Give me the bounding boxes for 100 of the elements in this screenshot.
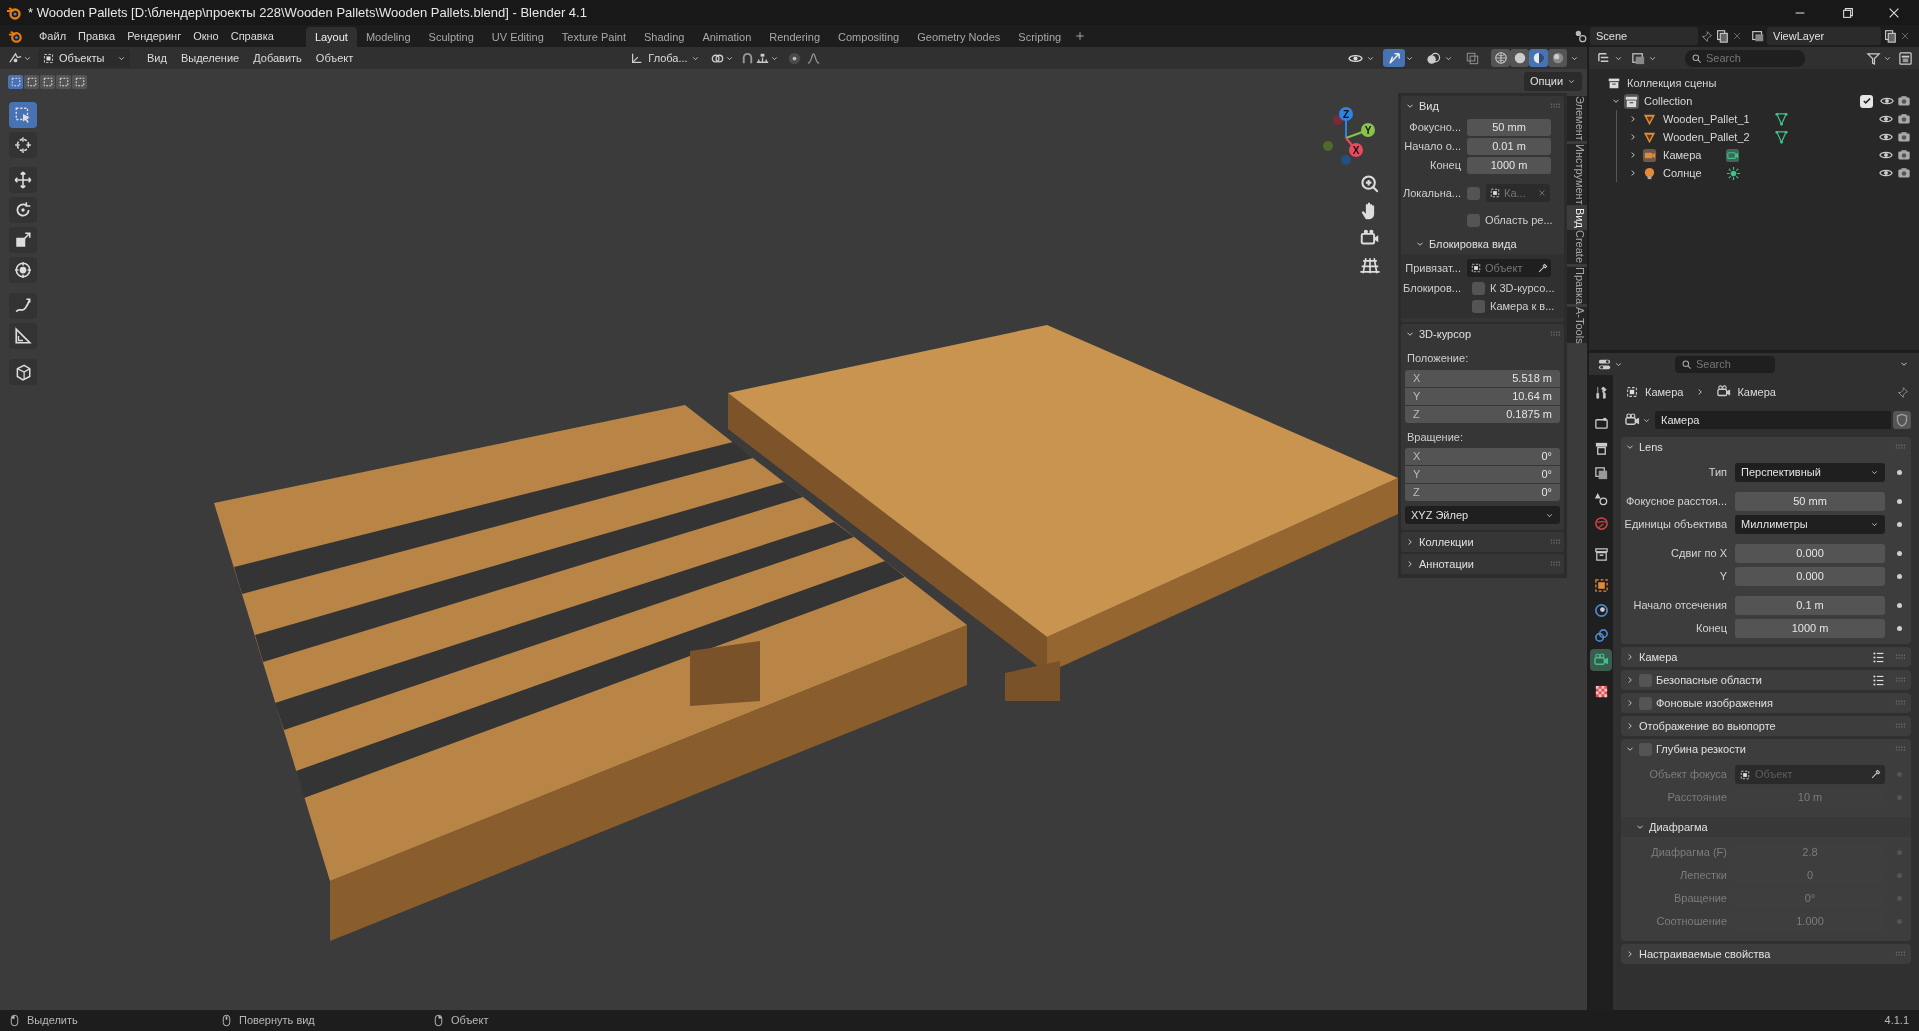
display-mode-icon[interactable]	[1631, 50, 1646, 66]
sidebar-tab[interactable]: Правка	[1567, 266, 1587, 304]
sidebar-tab[interactable]: Create	[1567, 230, 1587, 264]
blender-menu-icon[interactable]	[8, 28, 23, 44]
camera-data-icon[interactable]	[1590, 649, 1612, 671]
search-field[interactable]: Search	[1675, 355, 1775, 373]
menu-item[interactable]: Правка	[72, 26, 122, 46]
checkbox[interactable]	[1472, 299, 1485, 313]
select-mode-button[interactable]	[56, 75, 71, 89]
outliner-item[interactable]: Wooden_Pallet_2	[1663, 128, 1750, 146]
new-icon[interactable]	[1883, 29, 1897, 43]
maximize-icon[interactable]	[1841, 5, 1855, 20]
number-field[interactable]: Z 0°	[1405, 484, 1560, 501]
shading-button[interactable]	[1491, 49, 1510, 67]
panel-title[interactable]: Блокировка вида	[1429, 235, 1517, 253]
dropdown[interactable]: Миллиметры	[1735, 515, 1885, 534]
workspace-tab[interactable]: Sculpting	[419, 27, 483, 47]
scene-field[interactable]: Scene	[1590, 27, 1698, 45]
number-field[interactable]: 0.000	[1735, 567, 1885, 586]
fake-user-icon[interactable]	[1893, 411, 1911, 429]
checkbox[interactable]	[1472, 281, 1485, 295]
view-layer-field[interactable]: ViewLayer	[1767, 27, 1881, 45]
select-mode-button[interactable]	[72, 75, 87, 89]
shading-button[interactable]	[1510, 49, 1529, 67]
presets-icon[interactable]	[1872, 673, 1885, 687]
gizmo-toggle[interactable]	[1383, 49, 1405, 67]
presets-icon[interactable]	[1872, 650, 1885, 664]
workspace-tab[interactable]: Rendering	[760, 27, 830, 47]
filter-icon[interactable]	[1866, 50, 1881, 66]
workspace-tab[interactable]: Compositing	[829, 27, 909, 47]
add-tab-icon[interactable]	[1074, 30, 1087, 42]
cursor-tool[interactable]	[9, 132, 37, 158]
measure-tool[interactable]	[9, 323, 37, 349]
render-icon[interactable]	[1897, 148, 1911, 162]
number-field[interactable]: X 0°	[1405, 448, 1560, 465]
menu-item[interactable]: Файл	[33, 26, 73, 46]
panel-title[interactable]: Камера	[1639, 648, 1678, 666]
workspace-tab[interactable]: Shading	[635, 27, 694, 47]
render-icon[interactable]	[1897, 166, 1911, 180]
menu-item[interactable]: Выделение	[173, 48, 247, 68]
menu-item[interactable]: Справка	[224, 26, 280, 46]
outliner-item[interactable]: Коллекция сцены	[1627, 74, 1717, 92]
scene-icon[interactable]	[1574, 29, 1588, 43]
camera-data-icon[interactable]	[1625, 412, 1640, 428]
render-icon[interactable]	[1897, 112, 1911, 126]
outliner-item[interactable]: Wooden_Pallet_1	[1663, 110, 1750, 128]
sidebar-tab[interactable]: Инструмент	[1567, 143, 1587, 205]
rotation-mode-dropdown[interactable]: XYZ Эйлер	[1405, 506, 1560, 524]
zoom-icon[interactable]	[1359, 173, 1381, 195]
number-field[interactable]: 50 mm	[1467, 118, 1551, 136]
number-field[interactable]: 0.1 m	[1735, 596, 1885, 615]
workspace-tab[interactable]: Modeling	[356, 27, 420, 47]
panel-title[interactable]: Вид	[1419, 97, 1439, 115]
rotate-tool[interactable]	[9, 197, 37, 223]
panel-title[interactable]: 3D-курсор	[1419, 325, 1471, 343]
object-field[interactable]: Объект	[1467, 259, 1551, 277]
mesh-data-icon[interactable]	[1773, 111, 1789, 127]
select-mode-button[interactable]	[40, 75, 55, 89]
number-field[interactable]: Y 10.64 m	[1405, 387, 1560, 405]
workspace-tab[interactable]: UV Editing	[482, 27, 553, 47]
datablock-name-field[interactable]: Камера	[1655, 411, 1891, 429]
outliner-item[interactable]: Солнце	[1663, 164, 1702, 182]
camera-data-icon[interactable]	[1725, 147, 1741, 163]
menu-item[interactable]: Окно	[187, 26, 225, 46]
checkbox[interactable]	[1467, 186, 1480, 200]
mode-dropdown[interactable]: Объекты	[38, 49, 130, 67]
menu-item[interactable]: Рендеринг	[121, 26, 188, 46]
number-field[interactable]: 50 mm	[1735, 492, 1885, 511]
pin-icon[interactable]	[1700, 29, 1713, 43]
menu-item[interactable]: Вид	[140, 48, 174, 68]
options-dropdown[interactable]: Опции	[1524, 72, 1583, 91]
breadcrumb-item[interactable]: Камера	[1737, 383, 1776, 401]
number-field[interactable]: 0.01 m	[1467, 137, 1551, 155]
sidebar-tab[interactable]: A-Tools	[1567, 306, 1587, 344]
search-field[interactable]: Search	[1685, 49, 1805, 67]
workspace-tab[interactable]: Texture Paint	[552, 27, 635, 47]
select-mode-button[interactable]	[24, 75, 39, 89]
workspace-tab[interactable]: Layout	[305, 27, 357, 47]
checkbox[interactable]	[1467, 213, 1480, 227]
number-field[interactable]: X 5.518 m	[1405, 369, 1560, 387]
checkbox[interactable]	[1860, 94, 1873, 108]
workspace-tab[interactable]: Geometry Nodes	[908, 27, 1010, 47]
falloff-icon[interactable]	[805, 50, 821, 66]
workspace-tab[interactable]: Animation	[693, 27, 761, 47]
new-icon[interactable]	[1715, 29, 1729, 43]
number-field[interactable]: 1000 m	[1735, 619, 1885, 638]
dropdown[interactable]: Перспективный	[1735, 463, 1885, 482]
panel-title[interactable]: Глубина резкости	[1656, 740, 1746, 758]
add-cube-tool[interactable]	[9, 359, 37, 385]
pin-icon[interactable]	[1896, 385, 1909, 399]
scale-tool[interactable]	[9, 227, 37, 253]
orientation-dropdown[interactable]: Глоба...	[644, 49, 704, 67]
sidebar-tab[interactable]: Элемент	[1567, 96, 1587, 141]
workspace-tab[interactable]: Scripting	[1009, 27, 1071, 47]
select-mode-button[interactable]	[8, 75, 23, 89]
sun-icon[interactable]	[1725, 165, 1741, 181]
new-collection-icon[interactable]	[1898, 50, 1913, 66]
number-field[interactable]: 0.000	[1735, 544, 1885, 563]
menu-item[interactable]: Добавить	[246, 48, 309, 68]
panel-title[interactable]: Lens	[1639, 438, 1663, 456]
